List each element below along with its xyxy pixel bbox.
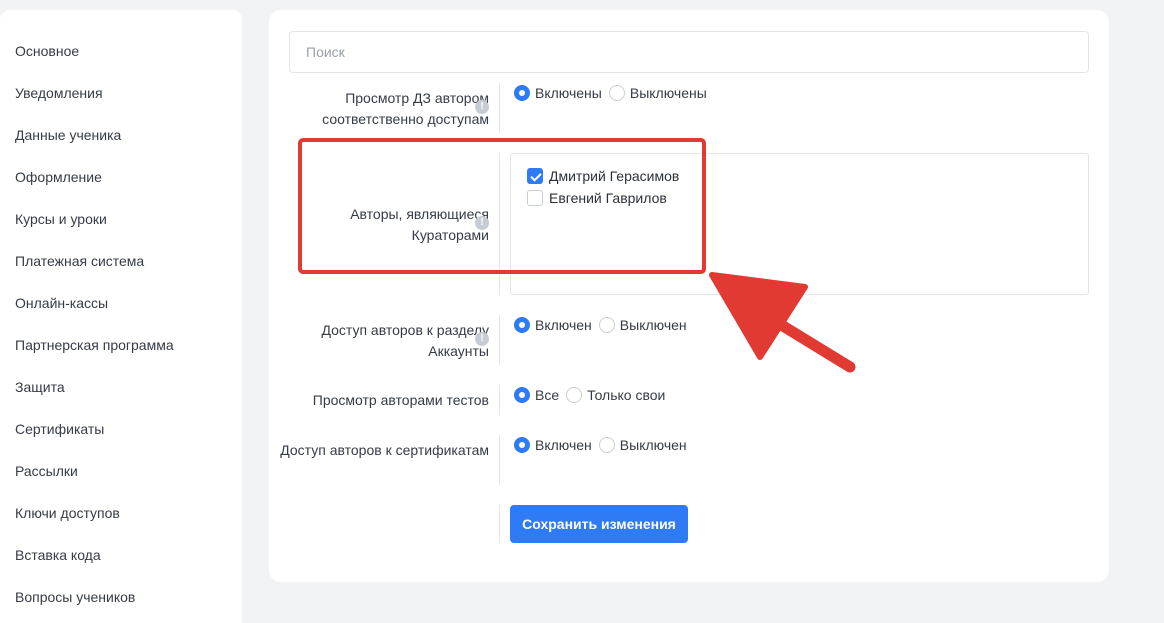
sidebar-item-cash-registers[interactable]: Онлайн-кассы bbox=[15, 295, 108, 311]
sidebar-item-design[interactable]: Оформление bbox=[15, 169, 102, 185]
accounts-access-radio-group: Включен Выключен bbox=[514, 317, 694, 333]
tests-view-radio-group: Все Только свои bbox=[514, 387, 672, 403]
hw-view-radio-group: Включены Выключены bbox=[514, 85, 714, 101]
curators-label: Авторы, являющиеся Кураторами bbox=[350, 206, 489, 243]
row-divider bbox=[499, 385, 500, 415]
radio-tests-all-label[interactable]: Все bbox=[535, 387, 559, 403]
radio-tests-all[interactable] bbox=[514, 387, 530, 403]
radio-accounts-disabled[interactable] bbox=[598, 317, 615, 333]
curators-checkbox-list: Дмитрий Герасимов Евгений Гаврилов bbox=[510, 153, 1089, 295]
radio-hw-view-enabled-label[interactable]: Включены bbox=[535, 85, 602, 101]
sidebar-item-code-insert[interactable]: Вставка кода bbox=[15, 547, 101, 563]
radio-hw-view-disabled[interactable] bbox=[608, 85, 625, 101]
radio-hw-view-enabled[interactable] bbox=[514, 85, 530, 101]
tests-view-label: Просмотр авторами тестов bbox=[312, 392, 489, 408]
certificates-access-radio-group: Включен Выключен bbox=[514, 437, 694, 453]
radio-certificates-enabled-label[interactable]: Включен bbox=[535, 437, 592, 453]
row-divider bbox=[499, 153, 500, 295]
author-1-name[interactable]: Дмитрий Герасимов bbox=[549, 168, 679, 184]
certificates-access-label: Доступ авторов к сертификатам bbox=[280, 442, 489, 458]
radio-certificates-disabled[interactable] bbox=[598, 437, 615, 453]
sidebar-item-student-data[interactable]: Данные ученика bbox=[15, 127, 121, 143]
author-2-name[interactable]: Евгений Гаврилов bbox=[549, 190, 667, 206]
hw-view-label: Просмотр ДЗ автором соответственно досту… bbox=[322, 90, 489, 127]
list-item: Дмитрий Герасимов bbox=[527, 168, 679, 184]
radio-tests-own[interactable] bbox=[566, 387, 583, 403]
checkbox-author-2[interactable] bbox=[527, 190, 543, 206]
sidebar-item-affiliate[interactable]: Партнерская программа bbox=[15, 337, 174, 353]
save-button[interactable]: Сохранить изменения bbox=[510, 505, 688, 543]
radio-tests-own-label[interactable]: Только свои bbox=[587, 387, 665, 403]
row-divider bbox=[499, 83, 500, 133]
sidebar-item-protection[interactable]: Защита bbox=[15, 379, 65, 395]
sidebar-item-mailings[interactable]: Рассылки bbox=[15, 463, 78, 479]
sidebar-item-certificates[interactable]: Сертификаты bbox=[15, 421, 104, 437]
radio-certificates-enabled[interactable] bbox=[514, 437, 530, 453]
row-divider bbox=[499, 435, 500, 485]
sidebar-item-main[interactable]: Основное bbox=[15, 43, 79, 59]
info-icon[interactable]: ! bbox=[475, 100, 489, 114]
settings-sidebar: Основное Уведомления Данные ученика Офор… bbox=[0, 10, 242, 623]
radio-certificates-disabled-label[interactable]: Выключен bbox=[620, 437, 687, 453]
sidebar-item-student-questions[interactable]: Вопросы учеников bbox=[15, 589, 135, 605]
info-icon[interactable]: ! bbox=[475, 216, 489, 230]
sidebar-item-notifications[interactable]: Уведомления bbox=[15, 85, 103, 101]
sidebar-item-access-keys[interactable]: Ключи доступов bbox=[15, 505, 120, 521]
sidebar-item-payment[interactable]: Платежная система bbox=[15, 253, 144, 269]
radio-accounts-enabled-label[interactable]: Включен bbox=[535, 317, 592, 333]
sidebar-item-courses[interactable]: Курсы и уроки bbox=[15, 211, 107, 227]
accounts-access-label: Доступ авторов к разделу Аккаунты bbox=[321, 322, 489, 359]
settings-panel: Просмотр ДЗ автором соответственно досту… bbox=[269, 10, 1109, 582]
radio-hw-view-disabled-label[interactable]: Выключены bbox=[630, 85, 707, 101]
search-input[interactable] bbox=[289, 31, 1089, 73]
radio-accounts-disabled-label[interactable]: Выключен bbox=[620, 317, 687, 333]
radio-accounts-enabled[interactable] bbox=[514, 317, 530, 333]
row-divider bbox=[499, 505, 500, 543]
row-divider bbox=[499, 315, 500, 365]
info-icon[interactable]: ! bbox=[475, 332, 489, 346]
checkbox-author-1[interactable] bbox=[527, 168, 543, 184]
list-item: Евгений Гаврилов bbox=[527, 190, 667, 206]
